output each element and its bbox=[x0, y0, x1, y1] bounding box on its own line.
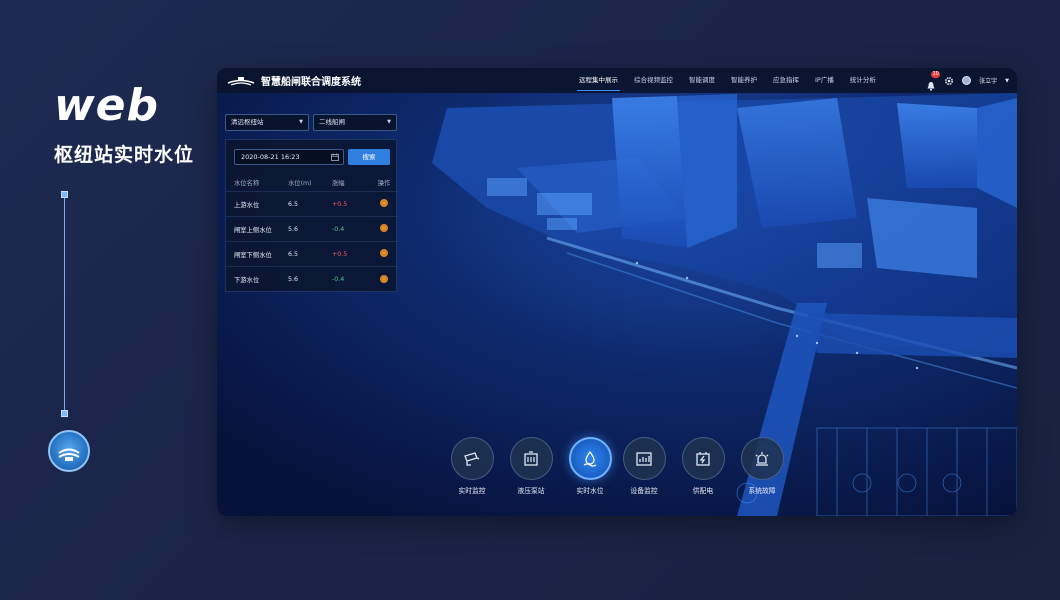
water-level-name: 闸室下侧水位 bbox=[234, 251, 272, 259]
water-level-name: 闸室上侧水位 bbox=[234, 226, 272, 234]
dock-label: 实时监控 bbox=[458, 487, 486, 495]
nav-tab-emergency-command[interactable]: 应急指挥 bbox=[765, 68, 807, 93]
timeline-dot-top bbox=[61, 191, 68, 198]
timeline-line bbox=[64, 196, 65, 414]
water-level-change: -0.4 bbox=[332, 225, 345, 233]
dock-item-realtime-monitor[interactable]: 实时监控 bbox=[446, 437, 498, 495]
water-level-value: 6.5 bbox=[288, 200, 299, 208]
column-header-action: 操作 bbox=[377, 180, 391, 187]
nav-tab-ip-broadcast[interactable]: IP广播 bbox=[807, 68, 842, 93]
nav-tab-video-monitor[interactable]: 综合视频监控 bbox=[626, 68, 681, 93]
water-level-value: 6.5 bbox=[288, 250, 299, 258]
settings-gear-icon[interactable] bbox=[944, 76, 954, 86]
user-name[interactable]: 张立宇 bbox=[979, 76, 997, 85]
function-dock: 实时监控 液压泵站 实时水位 设备监控 供配电 系统故障 bbox=[446, 437, 791, 497]
ship-logo-icon bbox=[227, 76, 255, 86]
water-level-value: 5.6 bbox=[288, 225, 299, 233]
dock-item-system-fault[interactable]: 系统故障 bbox=[736, 437, 788, 495]
column-header-level: 水位(m) bbox=[288, 180, 312, 187]
timeline-dot-bottom bbox=[61, 410, 68, 417]
app-title: 智慧船闸联合调度系统 bbox=[261, 77, 361, 88]
station-select-value: 清远枢纽站 bbox=[231, 118, 264, 126]
dock-label: 液压泵站 bbox=[517, 487, 545, 495]
table-header-row: 水位名称 水位(m) 涨幅 操作 bbox=[226, 174, 398, 192]
emblem-logo bbox=[48, 430, 90, 472]
chevron-down-icon: ▼ bbox=[299, 119, 303, 125]
nav-tab-smart-dispatch[interactable]: 智能调度 bbox=[681, 68, 723, 93]
app-window: 智慧船闸联合调度系统 远程集中展示 综合视频监控 智能调度 智能养护 应急指挥 … bbox=[217, 68, 1017, 516]
water-level-name: 下游水位 bbox=[234, 277, 260, 284]
water-level-name: 上游水位 bbox=[234, 201, 260, 209]
dock-label: 系统故障 bbox=[748, 487, 776, 495]
water-level-change: +0.5 bbox=[332, 250, 348, 258]
water-level-panel: 2020-08-21 16:23 搜索 水位名称 水位(m) 涨幅 操作 上游水… bbox=[225, 139, 398, 292]
power-icon bbox=[696, 451, 710, 466]
main-nav: 远程集中展示 综合视频监控 智能调度 智能养护 应急指挥 IP广播 统计分析 bbox=[571, 68, 884, 93]
table-row: 下游水位 5.6 -0.4 bbox=[226, 267, 398, 292]
dock-item-realtime-water-level[interactable]: 实时水位 bbox=[564, 437, 616, 495]
dock-item-hydraulic-pump[interactable]: 液压泵站 bbox=[505, 437, 557, 495]
notification-badge: 10 bbox=[931, 70, 941, 78]
nav-tab-remote-display[interactable]: 远程集中展示 bbox=[571, 68, 626, 93]
dock-label: 供配电 bbox=[692, 487, 714, 495]
alarm-icon bbox=[755, 451, 769, 466]
calendar-icon[interactable] bbox=[331, 153, 339, 161]
user-avatar[interactable] bbox=[962, 76, 972, 85]
water-level-value: 5.6 bbox=[288, 276, 299, 283]
water-level-change: -0.4 bbox=[332, 276, 345, 283]
datetime-input[interactable]: 2020-08-21 16:23 bbox=[234, 149, 344, 165]
action-detail-icon[interactable] bbox=[380, 224, 388, 232]
dock-label: 实时水位 bbox=[576, 487, 604, 495]
column-header-name: 水位名称 bbox=[234, 180, 260, 187]
lock-select-value: 二线船闸 bbox=[319, 118, 345, 126]
table-row: 上游水位 6.5 +0.5 bbox=[226, 192, 398, 217]
promo-title: web bbox=[54, 80, 159, 131]
chevron-down-icon: ▼ bbox=[387, 119, 391, 125]
water-level-table: 水位名称 水位(m) 涨幅 操作 上游水位 6.5 +0.5 闸室上侧水位 5.… bbox=[226, 174, 398, 292]
column-header-change: 涨幅 bbox=[332, 180, 345, 187]
water-level-change: +0.5 bbox=[332, 200, 348, 208]
nav-tab-statistics[interactable]: 统计分析 bbox=[842, 68, 884, 93]
action-detail-icon[interactable] bbox=[380, 274, 388, 283]
station-select[interactable]: 清远枢纽站 ▼ bbox=[225, 114, 309, 131]
pump-icon bbox=[524, 450, 538, 466]
notification-bell-icon[interactable]: 10 bbox=[926, 70, 941, 91]
promo-subtitle: 枢纽站实时水位 bbox=[54, 144, 195, 166]
water-drop-icon bbox=[583, 450, 597, 467]
user-menu-chevron-down-icon[interactable]: ▼ bbox=[1005, 78, 1009, 84]
table-row: 闸室下侧水位 6.5 +0.5 bbox=[226, 242, 398, 267]
search-button[interactable]: 搜索 bbox=[348, 149, 390, 165]
datetime-value: 2020-08-21 16:23 bbox=[241, 153, 300, 161]
dock-label: 设备监控 bbox=[630, 487, 658, 495]
action-detail-icon[interactable] bbox=[380, 249, 388, 257]
top-navbar: 智慧船闸联合调度系统 远程集中展示 综合视频监控 智能调度 智能养护 应急指挥 … bbox=[217, 68, 1017, 93]
action-detail-icon[interactable] bbox=[380, 199, 388, 207]
equipment-icon bbox=[636, 451, 652, 466]
lock-select[interactable]: 二线船闸 ▼ bbox=[313, 114, 397, 131]
nav-tab-smart-maintenance[interactable]: 智能养护 bbox=[723, 68, 765, 93]
table-row: 闸室上侧水位 5.6 -0.4 bbox=[226, 217, 398, 242]
dock-item-power-distribution[interactable]: 供配电 bbox=[677, 437, 729, 495]
dock-item-equipment-monitor[interactable]: 设备监控 bbox=[618, 437, 670, 495]
camera-icon bbox=[464, 451, 480, 466]
